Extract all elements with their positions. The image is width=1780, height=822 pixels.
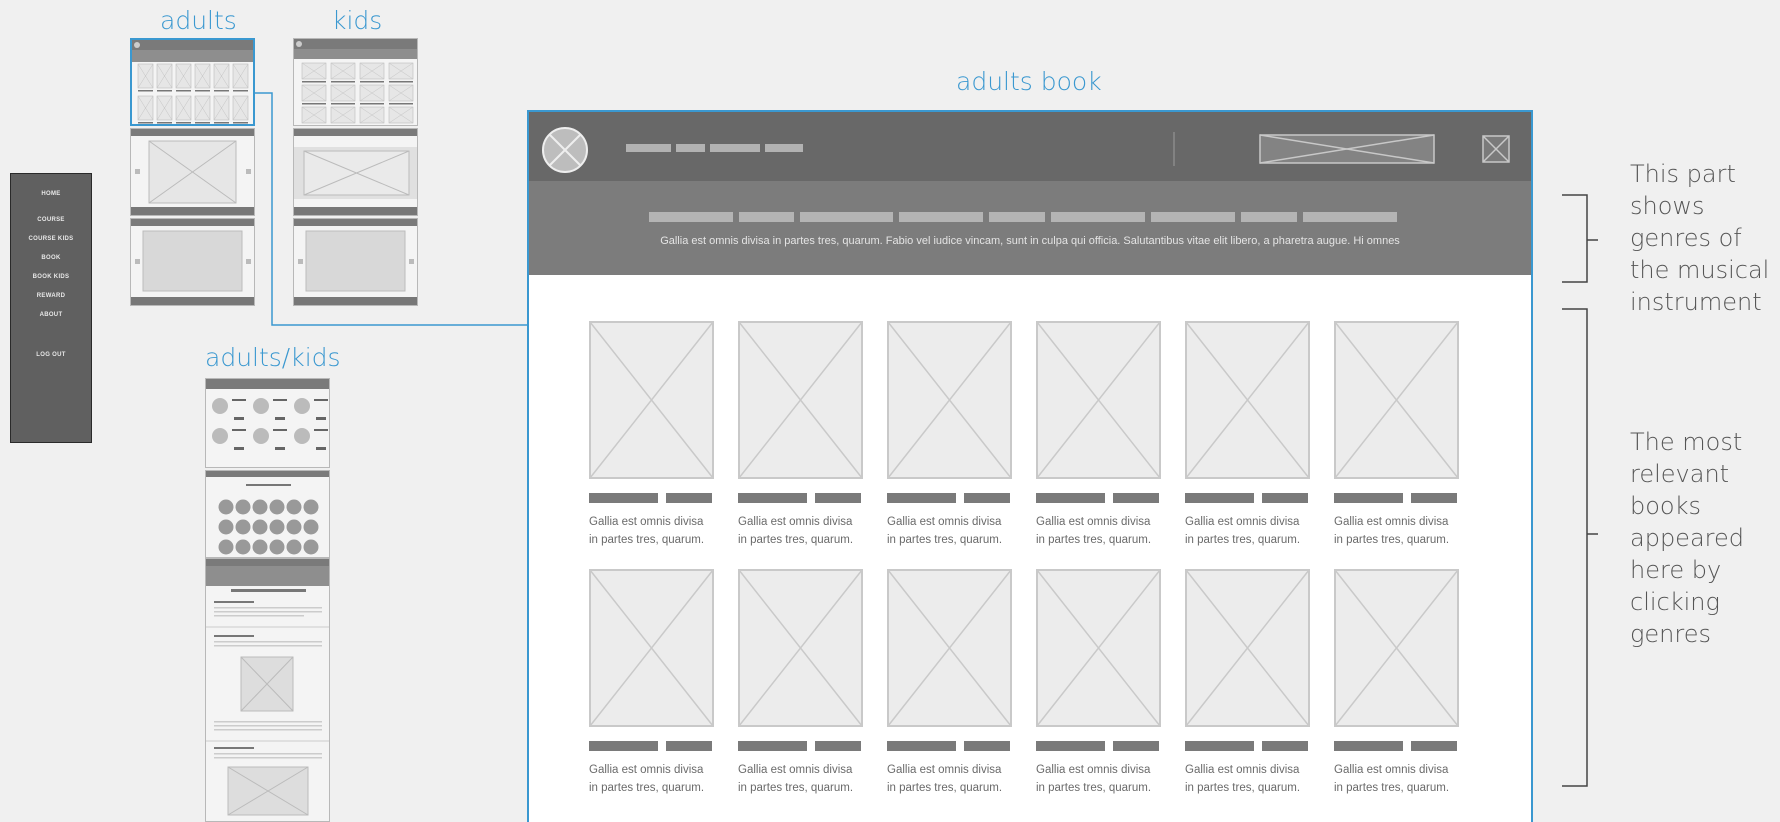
bracket-genres	[1562, 194, 1598, 283]
book-title-bar	[589, 741, 658, 751]
book-caption: Gallia est omnis divisa in partes tres, …	[887, 516, 1003, 546]
book-cover-placeholder-icon	[1036, 569, 1161, 727]
book-card[interactable]: Gallia est omnis divisa in partes tres, …	[738, 321, 863, 551]
book-title-bar	[1334, 741, 1403, 751]
banner-placeholder-icon[interactable]	[1259, 134, 1435, 164]
book-card[interactable]: Gallia est omnis divisa in partes tres, …	[1036, 569, 1161, 799]
book-title-bar	[589, 493, 658, 503]
book-caption: Gallia est omnis divisa in partes tres, …	[1185, 764, 1301, 794]
book-title-bar	[1185, 493, 1254, 503]
thumb-kids-video[interactable]	[293, 218, 418, 306]
bracket-books	[1562, 308, 1598, 787]
book-card[interactable]: Gallia est omnis divisa in partes tres, …	[1185, 321, 1310, 551]
book-author-bar	[964, 493, 1010, 503]
top-nav	[529, 112, 1531, 181]
genre-item[interactable]	[1151, 212, 1235, 222]
book-caption: Gallia est omnis divisa in partes tres, …	[738, 764, 854, 794]
book-cover-placeholder-icon	[1185, 321, 1310, 479]
book-author-bar	[1411, 493, 1457, 503]
book-cover-placeholder-icon	[1334, 321, 1459, 479]
book-cover-placeholder-icon	[589, 321, 714, 479]
book-title-bar	[1036, 741, 1105, 751]
genre-item[interactable]	[1303, 212, 1397, 222]
book-title-bar	[738, 493, 807, 503]
book-card[interactable]: Gallia est omnis divisa in partes tres, …	[887, 569, 1012, 799]
book-card[interactable]: Gallia est omnis divisa in partes tres, …	[1036, 321, 1161, 551]
book-title-bar	[1334, 493, 1403, 503]
book-author-bar	[1262, 741, 1308, 751]
book-author-bar	[666, 741, 712, 751]
book-caption: Gallia est omnis divisa in partes tres, …	[1185, 516, 1301, 546]
thumb-adults-kids-about[interactable]	[205, 558, 330, 822]
book-author-bar	[1411, 741, 1457, 751]
book-cover-placeholder-icon	[1185, 569, 1310, 727]
genre-description: Gallia est omnis divisa in partes tres, …	[660, 235, 1400, 247]
genre-item[interactable]	[649, 212, 733, 222]
book-card[interactable]: Gallia est omnis divisa in partes tres, …	[589, 321, 714, 551]
logo-icon[interactable]	[542, 127, 588, 173]
genre-item[interactable]	[739, 212, 794, 222]
thumb-adults-video[interactable]	[130, 218, 255, 306]
adults-book-wireframe: Gallia est omnis divisa in partes tres, …	[527, 110, 1533, 822]
book-cover-placeholder-icon	[887, 321, 1012, 479]
thumb-kids-grid[interactable]	[293, 38, 418, 126]
thumb-adults-kids-courses[interactable]	[205, 378, 330, 468]
book-card[interactable]: Gallia est omnis divisa in partes tres, …	[1334, 321, 1459, 551]
book-caption: Gallia est omnis divisa in partes tres, …	[1334, 764, 1450, 794]
book-caption: Gallia est omnis divisa in partes tres, …	[738, 516, 854, 546]
thumb-adults-grid[interactable]	[130, 38, 255, 126]
book-cover-placeholder-icon	[589, 569, 714, 727]
genre-item[interactable]	[899, 212, 983, 222]
thumb-kids-slider[interactable]	[293, 128, 418, 216]
book-cover-placeholder-icon	[887, 569, 1012, 727]
book-cover-placeholder-icon	[1334, 569, 1459, 727]
thumb-adults-kids-rewards[interactable]	[205, 470, 330, 558]
book-caption: Gallia est omnis divisa in partes tres, …	[887, 764, 1003, 794]
book-title-bar	[1185, 741, 1254, 751]
book-author-bar	[964, 741, 1010, 751]
book-title-bar	[1036, 493, 1105, 503]
book-caption: Gallia est omnis divisa in partes tres, …	[1334, 516, 1450, 546]
book-author-bar	[815, 741, 861, 751]
book-caption: Gallia est omnis divisa in partes tres, …	[589, 764, 705, 794]
book-card[interactable]: Gallia est omnis divisa in partes tres, …	[1185, 569, 1310, 799]
annotation-books: The most relevant books appeared here by…	[1630, 428, 1744, 648]
genre-bar: Gallia est omnis divisa in partes tres, …	[529, 181, 1531, 275]
book-title-bar	[887, 741, 956, 751]
book-card[interactable]: Gallia est omnis divisa in partes tres, …	[738, 569, 863, 799]
book-author-bar	[1262, 493, 1308, 503]
book-title-bar	[738, 741, 807, 751]
book-card[interactable]: Gallia est omnis divisa in partes tres, …	[1334, 569, 1459, 799]
book-cover-placeholder-icon	[1036, 321, 1161, 479]
book-title-bar	[887, 493, 956, 503]
book-card[interactable]: Gallia est omnis divisa in partes tres, …	[887, 321, 1012, 551]
genre-item[interactable]	[1051, 212, 1145, 222]
book-caption: Gallia est omnis divisa in partes tres, …	[1036, 516, 1152, 546]
book-card[interactable]: Gallia est omnis divisa in partes tres, …	[589, 569, 714, 799]
book-cover-placeholder-icon	[738, 569, 863, 727]
genre-item[interactable]	[989, 212, 1045, 222]
book-caption: Gallia est omnis divisa in partes tres, …	[1036, 764, 1152, 794]
close-icon[interactable]	[1482, 135, 1510, 163]
book-grid: Gallia est omnis divisa in partes tres, …	[529, 275, 1531, 822]
thumb-adults-slider[interactable]	[130, 128, 255, 216]
genre-item[interactable]	[1241, 212, 1297, 222]
genre-item[interactable]	[800, 212, 893, 222]
book-author-bar	[1113, 741, 1159, 751]
annotation-genres: This part shows genres of the musical in…	[1630, 160, 1770, 316]
nav-links[interactable]	[626, 144, 803, 152]
book-author-bar	[1113, 493, 1159, 503]
book-author-bar	[666, 493, 712, 503]
book-cover-placeholder-icon	[738, 321, 863, 479]
book-caption: Gallia est omnis divisa in partes tres, …	[589, 516, 705, 546]
book-author-bar	[815, 493, 861, 503]
